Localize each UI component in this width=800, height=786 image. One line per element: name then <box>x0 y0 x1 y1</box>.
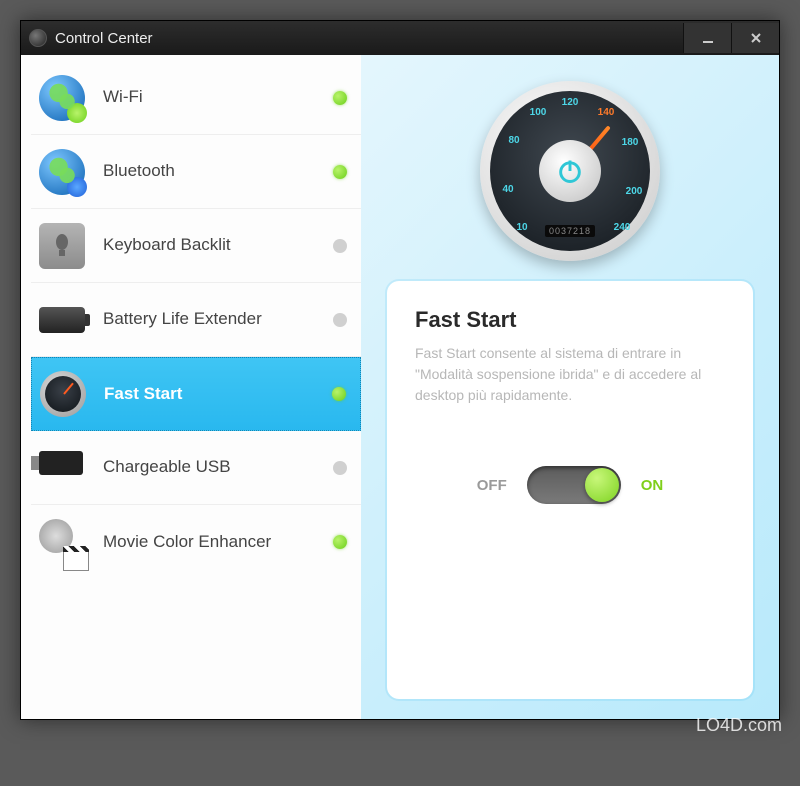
sidebar-item-label: Bluetooth <box>103 161 333 181</box>
detail-panel: 10 40 80 100 120 140 180 200 240 00372 <box>361 55 779 719</box>
gauge-tick: 120 <box>556 97 584 108</box>
sidebar-item-chargeable-usb[interactable]: Chargeable USB <box>31 431 361 505</box>
app-icon <box>29 29 47 47</box>
sidebar-item-label: Movie Color Enhancer <box>103 532 333 552</box>
sidebar-item-wifi[interactable]: Wi-Fi <box>31 61 361 135</box>
status-indicator <box>333 91 347 105</box>
globe-wifi-icon <box>39 75 85 121</box>
status-indicator <box>333 165 347 179</box>
toggle-knob <box>585 468 619 502</box>
content-area: Wi-Fi Bluetooth Keyboard Backlit Batt <box>21 55 779 719</box>
gauge-tick: 100 <box>524 107 552 118</box>
status-indicator <box>333 461 347 475</box>
status-indicator <box>333 239 347 253</box>
status-indicator <box>333 535 347 549</box>
gauge-tick: 180 <box>616 137 644 148</box>
toggle-row: OFF ON <box>415 466 725 504</box>
odometer: 0037218 <box>545 225 595 237</box>
keyboard-icon <box>39 223 85 269</box>
sidebar-item-label: Keyboard Backlit <box>103 235 333 255</box>
battery-icon <box>39 297 85 343</box>
titlebar[interactable]: Control Center <box>21 21 779 55</box>
watermark: LO4D.com <box>696 715 782 736</box>
sidebar-item-fast-start[interactable]: Fast Start <box>31 357 361 431</box>
globe-bluetooth-icon <box>39 149 85 195</box>
sidebar-item-label: Chargeable USB <box>103 457 333 477</box>
sidebar-item-label: Fast Start <box>104 384 332 404</box>
gauge-graphic: 10 40 80 100 120 140 180 200 240 00372 <box>480 81 660 261</box>
sidebar-item-battery-extender[interactable]: Battery Life Extender <box>31 283 361 357</box>
gauge-tick: 240 <box>608 222 636 233</box>
sidebar-item-bluetooth[interactable]: Bluetooth <box>31 135 361 209</box>
gauge-tick: 140 <box>592 107 620 118</box>
detail-description: Fast Start consente al sistema di entrar… <box>415 343 725 406</box>
close-button[interactable] <box>731 23 779 53</box>
detail-card: Fast Start Fast Start consente al sistem… <box>387 281 753 699</box>
toggle-off-label: OFF <box>477 477 507 494</box>
sidebar: Wi-Fi Bluetooth Keyboard Backlit Batt <box>21 55 361 719</box>
sidebar-item-label: Battery Life Extender <box>103 309 333 329</box>
status-indicator <box>333 313 347 327</box>
status-indicator <box>332 387 346 401</box>
gauge-tick: 200 <box>620 186 648 197</box>
sidebar-item-keyboard-backlit[interactable]: Keyboard Backlit <box>31 209 361 283</box>
movie-icon <box>39 519 85 565</box>
toggle-on-label: ON <box>641 477 664 494</box>
detail-title: Fast Start <box>415 307 725 333</box>
gauge-tick: 10 <box>508 222 536 233</box>
power-button-icon <box>539 140 601 202</box>
window-title: Control Center <box>55 30 153 47</box>
minimize-button[interactable] <box>683 23 731 53</box>
gauge-small-icon <box>40 371 86 417</box>
sidebar-item-label: Wi-Fi <box>103 87 333 107</box>
fast-start-toggle[interactable] <box>527 466 621 504</box>
usb-icon <box>39 445 85 491</box>
gauge-tick: 80 <box>500 135 528 146</box>
sidebar-item-movie-enhancer[interactable]: Movie Color Enhancer <box>31 505 361 579</box>
gauge-tick: 40 <box>494 184 522 195</box>
app-window: Control Center Wi-Fi Bluetooth <box>20 20 780 720</box>
